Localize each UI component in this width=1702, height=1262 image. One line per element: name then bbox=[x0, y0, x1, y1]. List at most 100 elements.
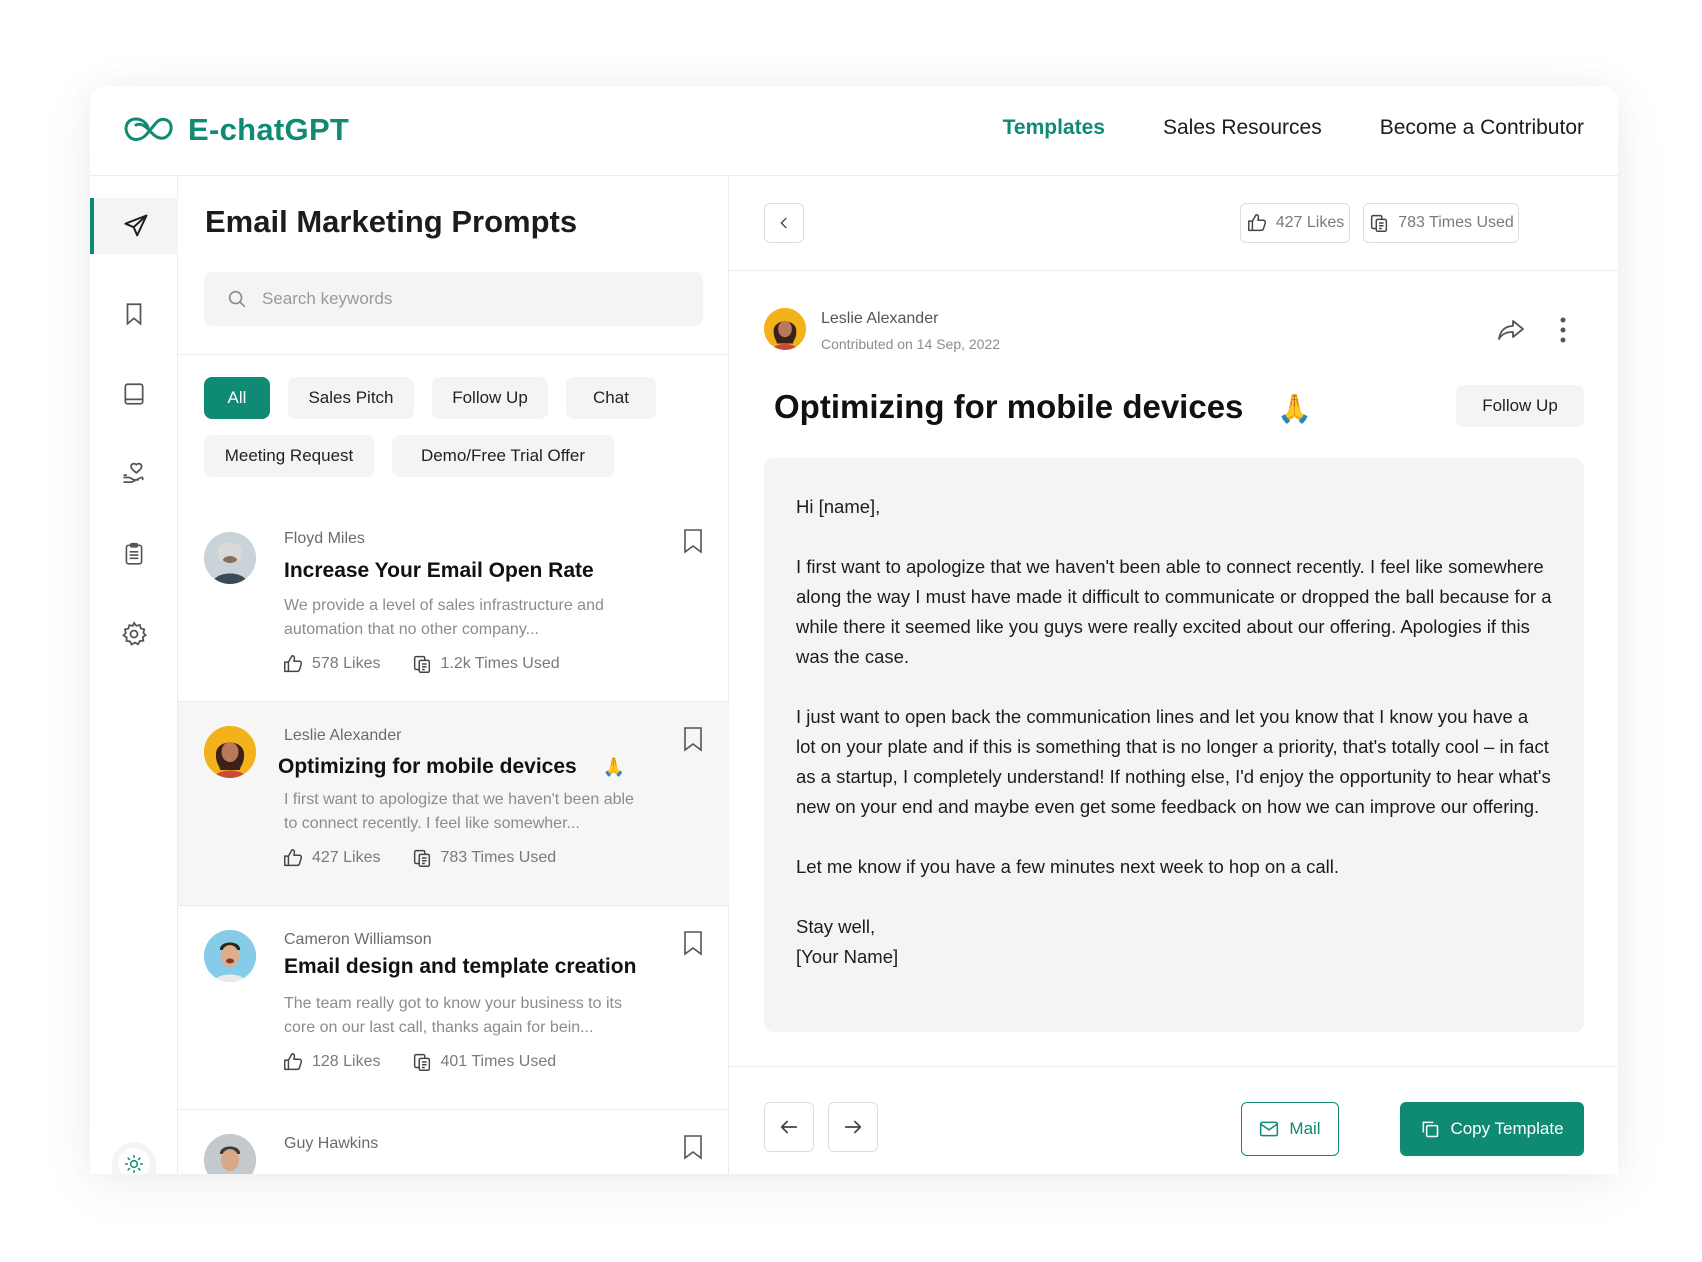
detail-author: Leslie Alexander bbox=[821, 310, 939, 327]
avatar bbox=[204, 930, 256, 982]
back-button[interactable] bbox=[764, 203, 804, 243]
panel-title: Email Marketing Prompts bbox=[205, 204, 578, 239]
prompt-card-selected[interactable]: Leslie Alexander Optimizing for mobile d… bbox=[178, 702, 729, 906]
folded-hands-icon: 🙏 bbox=[602, 757, 626, 777]
mail-button[interactable]: Mail bbox=[1241, 1102, 1339, 1156]
body-paragraph: I just want to open back the communicati… bbox=[796, 706, 1551, 817]
nav-templates[interactable]: Templates bbox=[1003, 116, 1105, 140]
chevron-left-icon bbox=[776, 215, 792, 231]
rail-bookmarks[interactable] bbox=[90, 286, 178, 342]
settings-icon bbox=[120, 620, 148, 648]
rail-favorites[interactable] bbox=[90, 446, 178, 502]
book-icon bbox=[121, 380, 147, 408]
copy-stack-icon bbox=[411, 653, 433, 675]
divider bbox=[729, 1066, 1618, 1067]
card-likes: 128 Likes bbox=[282, 1051, 381, 1073]
card-likes: 427 Likes bbox=[282, 847, 381, 869]
search-bar[interactable] bbox=[204, 272, 703, 326]
card-description: I first want to apologize that we haven'… bbox=[284, 791, 634, 832]
filter-meeting-request[interactable]: Meeting Request bbox=[204, 435, 374, 477]
share-icon[interactable] bbox=[1497, 318, 1525, 342]
body-paragraph: I first want to apologize that we haven'… bbox=[796, 556, 1552, 667]
rail-clipboard[interactable] bbox=[90, 526, 178, 582]
avatar bbox=[204, 1134, 256, 1174]
prompt-card[interactable]: Guy Hawkins bbox=[178, 1110, 729, 1174]
card-title: Increase Your Email Open Rate bbox=[284, 559, 594, 582]
bookmark-icon bbox=[121, 300, 147, 328]
copy-icon bbox=[1420, 1119, 1440, 1139]
card-title: Optimizing for mobile devices 🙏 bbox=[278, 755, 626, 778]
card-author: Guy Hawkins bbox=[284, 1135, 379, 1152]
avatar bbox=[204, 726, 256, 778]
divider bbox=[178, 354, 729, 355]
body-greeting: Hi [name], bbox=[796, 496, 881, 517]
filter-all[interactable]: All bbox=[204, 377, 270, 419]
detail-title: Optimizing for mobile devices 🙏 bbox=[774, 388, 1313, 425]
card-stats: 578 Likes 1.2k Times Used bbox=[282, 653, 560, 675]
theme-toggle[interactable] bbox=[112, 1142, 156, 1174]
avatar bbox=[204, 532, 256, 584]
bookmark-icon[interactable] bbox=[683, 1134, 703, 1160]
more-options-icon[interactable] bbox=[1559, 316, 1567, 344]
prompt-card[interactable]: Cameron Williamson Email design and temp… bbox=[178, 906, 729, 1110]
main-nav: Templates Sales Resources Become a Contr… bbox=[1003, 116, 1584, 140]
copy-template-button[interactable]: Copy Template bbox=[1400, 1102, 1584, 1156]
body-paragraph: Let me know if you have a few minutes ne… bbox=[796, 856, 1339, 877]
app-name: E-chatGPT bbox=[188, 112, 350, 147]
logo[interactable]: E-chatGPT bbox=[122, 112, 349, 148]
hand-heart-icon bbox=[120, 460, 148, 488]
search-input[interactable] bbox=[262, 289, 682, 309]
filter-chat[interactable]: Chat bbox=[566, 377, 656, 419]
bookmark-icon[interactable] bbox=[683, 726, 703, 752]
app-window: E-chatGPT Templates Sales Resources Beco… bbox=[90, 86, 1618, 1174]
nav-sales-resources[interactable]: Sales Resources bbox=[1163, 116, 1322, 140]
filter-sales-pitch[interactable]: Sales Pitch bbox=[288, 377, 414, 419]
body-signoff: Stay well, bbox=[796, 916, 876, 937]
filter-demo-free-trial[interactable]: Demo/Free Trial Offer bbox=[392, 435, 614, 477]
times-used-button[interactable]: 783 Times Used bbox=[1363, 203, 1519, 243]
rail-library[interactable] bbox=[90, 366, 178, 422]
top-header: E-chatGPT Templates Sales Resources Beco… bbox=[90, 86, 1618, 176]
card-author: Cameron Williamson bbox=[284, 931, 432, 948]
card-used: 401 Times Used bbox=[411, 1051, 556, 1073]
card-description: We provide a level of sales infrastructu… bbox=[284, 597, 604, 638]
card-likes: 578 Likes bbox=[282, 653, 381, 675]
rail-send[interactable] bbox=[90, 198, 178, 254]
infinity-logo-icon bbox=[122, 113, 174, 147]
copy-stack-icon bbox=[411, 847, 433, 869]
arrow-right-icon bbox=[842, 1116, 864, 1138]
prompt-card[interactable]: Floyd Miles Increase Your Email Open Rat… bbox=[178, 498, 729, 702]
thumbs-up-icon bbox=[1246, 212, 1268, 234]
divider bbox=[729, 270, 1618, 271]
author-avatar bbox=[764, 308, 806, 350]
folded-hands-icon: 🙏 bbox=[1277, 393, 1313, 424]
mail-icon bbox=[1259, 1120, 1279, 1138]
template-body: Hi [name], I first want to apologize tha… bbox=[764, 458, 1584, 1032]
likes-button[interactable]: 427 Likes bbox=[1240, 203, 1350, 243]
prompt-detail-panel: 427 Likes 783 Times Used Leslie Alexande… bbox=[729, 176, 1618, 1174]
next-button[interactable] bbox=[828, 1102, 878, 1152]
thumbs-up-icon bbox=[282, 653, 304, 675]
card-stats: 128 Likes 401 Times Used bbox=[282, 1051, 556, 1073]
previous-button[interactable] bbox=[764, 1102, 814, 1152]
card-used: 1.2k Times Used bbox=[411, 653, 560, 675]
rail-settings[interactable] bbox=[90, 606, 178, 662]
filter-follow-up[interactable]: Follow Up bbox=[432, 377, 548, 419]
nav-become-contributor[interactable]: Become a Contributor bbox=[1380, 116, 1584, 140]
clipboard-icon bbox=[121, 540, 147, 568]
thumbs-up-icon bbox=[282, 847, 304, 869]
bookmark-icon[interactable] bbox=[683, 528, 703, 554]
contributed-date: Contributed on 14 Sep, 2022 bbox=[821, 336, 1001, 352]
category-tag[interactable]: Follow Up bbox=[1456, 385, 1584, 427]
bookmark-icon[interactable] bbox=[683, 930, 703, 956]
arrow-left-icon bbox=[778, 1116, 800, 1138]
card-author: Leslie Alexander bbox=[284, 727, 402, 744]
card-title: Email design and template creation bbox=[284, 955, 637, 978]
body-signature: [Your Name] bbox=[796, 946, 899, 967]
card-stats: 427 Likes 783 Times Used bbox=[282, 847, 556, 869]
card-description: The team really got to know your busines… bbox=[284, 995, 622, 1036]
card-used: 783 Times Used bbox=[411, 847, 556, 869]
send-icon bbox=[122, 212, 150, 240]
thumbs-up-icon bbox=[282, 1051, 304, 1073]
sun-icon[interactable] bbox=[118, 1148, 150, 1174]
